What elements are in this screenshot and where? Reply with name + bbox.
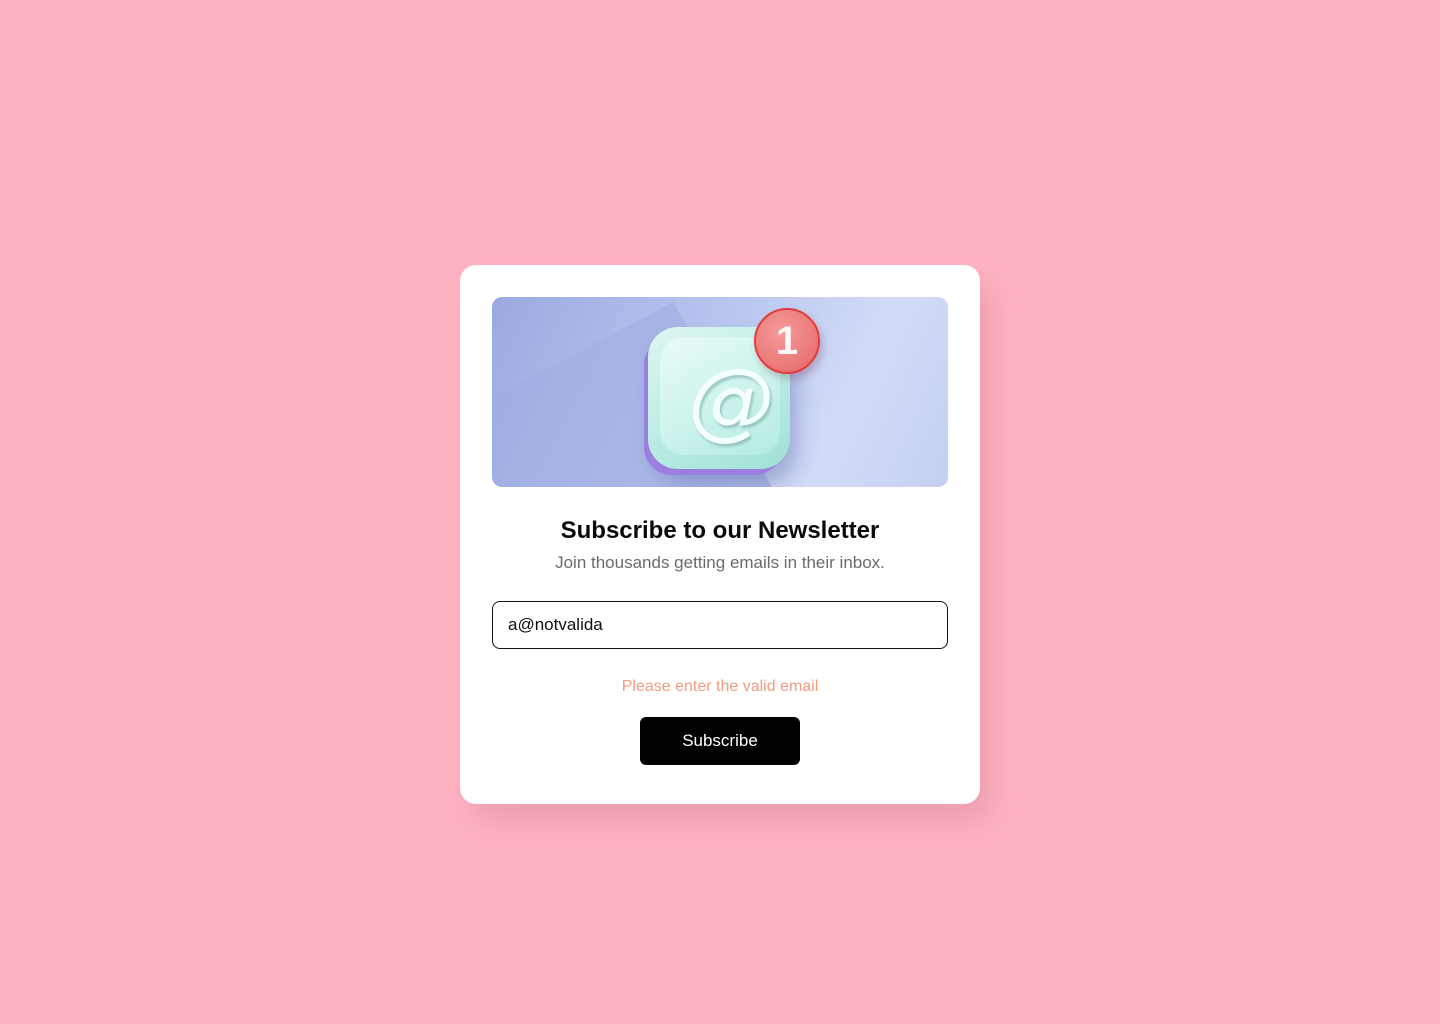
notification-count: 1 <box>775 319 799 363</box>
newsletter-subtitle: Join thousands getting emails in their i… <box>555 553 885 572</box>
hero-image: @ 1 <box>492 297 948 487</box>
email-field[interactable] <box>492 601 948 649</box>
email-error-message: Please enter the valid email <box>621 678 819 695</box>
subscribe-button[interactable]: Subscribe <box>640 717 800 765</box>
notification-badge: 1 <box>754 308 820 374</box>
newsletter-title: Subscribe to our Newsletter <box>560 517 880 544</box>
newsletter-card: @ 1 Subscribe to our Newsletter Join tho… <box>460 265 980 804</box>
